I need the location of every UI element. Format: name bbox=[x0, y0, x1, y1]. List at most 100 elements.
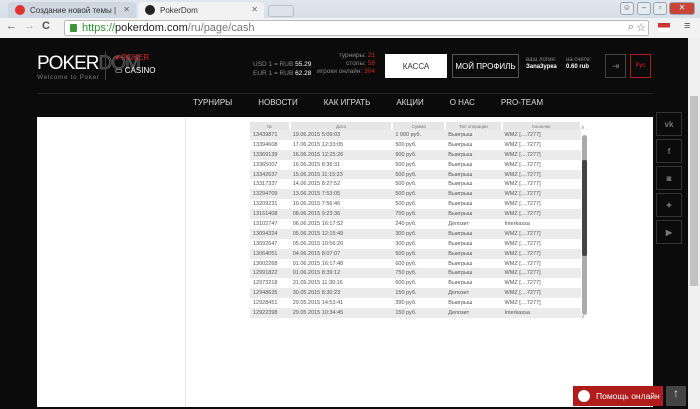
table-cell: 15.06.2015 11:15:23 bbox=[289, 169, 393, 180]
column-header: Кошелек bbox=[501, 122, 583, 130]
tab-pokerdom[interactable]: PokerDom ✕ bbox=[138, 2, 264, 18]
page-scrollbar-thumb[interactable] bbox=[690, 96, 698, 286]
my-profile-button[interactable]: МОЙ ПРОФИЛЬ bbox=[452, 54, 519, 78]
vk-icon[interactable]: vk bbox=[656, 112, 682, 136]
table-cell: 500 руб. bbox=[395, 201, 417, 208]
table-cell: Выигрыш bbox=[448, 161, 473, 168]
lock-icon bbox=[70, 24, 77, 32]
table-row: 13161408 08.06.2015 9:23:36 700 руб. Выигры… bbox=[250, 209, 581, 220]
youtube-icon[interactable]: ▶ bbox=[656, 220, 682, 244]
menu-news[interactable]: НОВОСТИ bbox=[258, 98, 297, 107]
twitter-icon[interactable]: ✦ bbox=[656, 193, 682, 217]
table-cell: WMZ [....7277] bbox=[504, 161, 541, 168]
menu-about[interactable]: О НАС bbox=[450, 98, 475, 107]
table-cell: 500 руб. bbox=[392, 189, 446, 200]
login-info: ваш логин: Заnа3урка bbox=[526, 57, 557, 70]
table-cell: Выигрыш bbox=[445, 228, 502, 239]
menu-how-to-play[interactable]: КАК ИГРАТЬ bbox=[324, 98, 371, 107]
table-row: 13094324 05.06.2015 12:15:49 300 руб. Выигр… bbox=[250, 228, 581, 239]
table-cell: WMZ [....7277] bbox=[504, 181, 541, 188]
table-cell: Выигрыш bbox=[448, 300, 473, 307]
table-row: 12991822 01.06.2015 8:39:12 750 руб. Выигры… bbox=[250, 268, 581, 279]
table-row: 13102747 06.06.2015 16:17:52 240 руб. Депоз… bbox=[250, 219, 581, 229]
new-tab-button[interactable] bbox=[268, 5, 294, 17]
help-online-button[interactable]: Помощь онлайн bbox=[573, 386, 663, 406]
bookmark-star-icon[interactable]: ☆ bbox=[636, 21, 646, 34]
menu-pro-team[interactable]: PRO-TEAM bbox=[501, 98, 543, 107]
table-row: 12922398 29.05.2015 10:34:45 150 руб. Депоз… bbox=[250, 308, 581, 318]
pokerdom-favicon-icon bbox=[145, 5, 155, 15]
close-tab-icon[interactable]: ✕ bbox=[123, 5, 130, 14]
column-header: № bbox=[250, 122, 291, 130]
cashier-button[interactable]: КАССА bbox=[385, 54, 447, 78]
table-cell: 13161408 bbox=[250, 209, 290, 220]
poker-link[interactable]: ♦ POKER bbox=[115, 53, 149, 62]
tab-create-topic[interactable]: Создание новой темы | ✕ bbox=[8, 2, 136, 18]
table-row: 13394608 17.06.2015 12:33:05 500 руб. Выигр… bbox=[250, 140, 581, 150]
column-header: Сумма bbox=[392, 122, 447, 130]
forward-button[interactable]: → bbox=[24, 20, 35, 32]
table-cell: WMZ [....7277] bbox=[501, 130, 581, 140]
table-cell: 14.06.2015 8:27:52 bbox=[292, 181, 341, 188]
page: POKERDOM Welcome to Poker ♦ POKER ▭ CASI… bbox=[0, 38, 688, 409]
close-tab-icon[interactable]: ✕ bbox=[251, 5, 258, 14]
table-cell: 08.06.2015 9:23:36 bbox=[289, 209, 393, 220]
table-cell: 500 руб. bbox=[395, 141, 417, 148]
balance-info: на счете: 0.60 rub bbox=[566, 57, 592, 70]
scroll-top-button[interactable]: ↑ bbox=[666, 386, 686, 406]
table-cell: 13209231 bbox=[253, 201, 278, 208]
table-cell: Депозит bbox=[445, 288, 502, 299]
table-cell: 700 руб. bbox=[392, 209, 446, 220]
table-cell: Выигрыш bbox=[445, 248, 502, 259]
divider bbox=[105, 52, 106, 80]
transactions-table: № Дата Сумма Тип операции Кошелек 13439871 19… bbox=[250, 122, 583, 318]
scroll-up-icon[interactable]: ˄ bbox=[581, 126, 585, 132]
logout-icon[interactable]: ⇥ bbox=[605, 54, 626, 78]
table-cell: Выигрыш bbox=[448, 201, 473, 208]
table-cell: 13365007 bbox=[253, 161, 278, 168]
table-cell: 900 руб. bbox=[392, 149, 446, 160]
close-window-button[interactable]: ✕ bbox=[669, 2, 695, 15]
menu-icon[interactable]: ≡ bbox=[684, 20, 690, 32]
menu-promotions[interactable]: АКЦИИ bbox=[396, 98, 423, 107]
zoom-icon[interactable]: ⌕ bbox=[628, 21, 634, 34]
facebook-icon[interactable]: f bbox=[656, 139, 682, 163]
table-cell: 05.06.2015 12:15:49 bbox=[289, 228, 393, 239]
sidebar-divider bbox=[185, 117, 186, 407]
minimize-button[interactable]: – bbox=[637, 2, 651, 15]
flag-icon[interactable] bbox=[658, 23, 670, 32]
table-cell: 150 руб. bbox=[392, 308, 446, 318]
address-bar[interactable]: https://pokerdom.com/ru/page/cash ⌕ ☆ bbox=[64, 20, 649, 36]
menu-tournaments[interactable]: ТУРНИРЫ bbox=[193, 98, 232, 107]
table-cell: 05.06.2015 10:56:20 bbox=[292, 240, 344, 247]
table-cell: Выигрыш bbox=[445, 169, 502, 180]
instagram-icon[interactable]: ◙ bbox=[656, 166, 682, 190]
content-area: № Дата Сумма Тип операции Кошелек 13439871 19… bbox=[37, 117, 653, 407]
table-cell: 13369139 bbox=[250, 149, 290, 160]
table-cell: 01.06.2015 16:17:48 bbox=[292, 260, 344, 267]
site-stats: турниры: 21 столы: 58 игроки онлайн: 304 bbox=[317, 52, 375, 75]
table-cell: Выигрыш bbox=[445, 189, 502, 200]
table-row: 13369139 16.06.2015 12:25:26 900 руб. Выигр… bbox=[250, 149, 581, 160]
table-scrollbar[interactable] bbox=[582, 135, 587, 315]
table-cell: 13002268 bbox=[253, 260, 278, 267]
table-cell: Выигрыш bbox=[445, 130, 502, 140]
back-button[interactable]: ← bbox=[6, 20, 17, 32]
table-row: 13317337 14.06.2015 8:27:52 500 руб. Выигры… bbox=[250, 179, 581, 189]
scroll-down-icon[interactable]: ˅ bbox=[581, 315, 585, 321]
reload-button[interactable]: C bbox=[42, 20, 50, 32]
maximize-button[interactable]: ▫ bbox=[653, 2, 667, 15]
table-scrollbar-thumb[interactable] bbox=[582, 160, 587, 256]
table-cell: 12991822 bbox=[250, 268, 290, 279]
table-cell: 13.06.2015 7:53:05 bbox=[289, 189, 393, 200]
casino-link[interactable]: ▭ CASINO bbox=[115, 66, 155, 75]
table-cell: 12922398 bbox=[250, 308, 290, 318]
table-row: 12948635 30.05.2015 8:30:23 150 руб. Депози… bbox=[250, 288, 581, 299]
language-button[interactable]: Рус bbox=[630, 54, 651, 78]
table-cell: 17.06.2015 12:33:05 bbox=[292, 141, 344, 148]
table-cell: 500 руб. bbox=[395, 181, 417, 188]
page-scrollbar[interactable] bbox=[688, 38, 700, 409]
table-cell: Выигрыш bbox=[448, 141, 473, 148]
browser-chrome: Создание новой темы | ✕ PokerDom ✕ ☺ – ▫ … bbox=[0, 0, 700, 38]
user-icon[interactable]: ☺ bbox=[620, 2, 634, 15]
